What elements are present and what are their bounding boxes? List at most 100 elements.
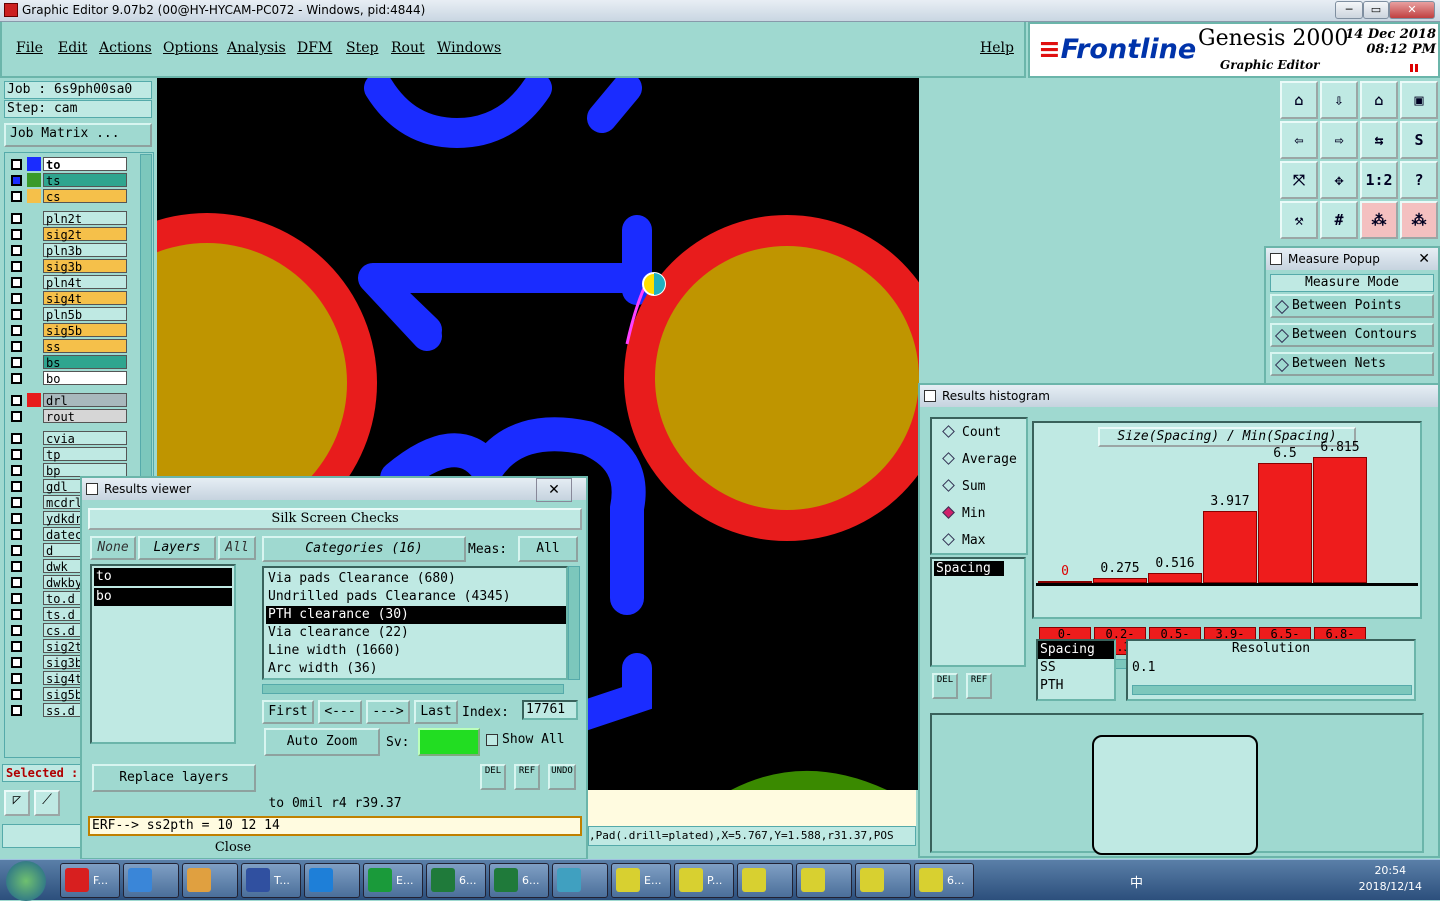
layer-checkbox[interactable] <box>11 545 22 556</box>
layer-checkbox[interactable] <box>11 245 22 256</box>
category-item[interactable]: PTH clearance (30) <box>266 606 566 624</box>
layer-color-swatch[interactable] <box>27 393 41 407</box>
layer-color-swatch[interactable] <box>27 291 41 305</box>
category-item[interactable]: Via clearance (22) <box>266 624 566 642</box>
list-item[interactable]: Spacing <box>1038 641 1114 659</box>
auto-zoom-menu[interactable]: Auto Zoom <box>264 728 380 756</box>
layer-color-swatch[interactable] <box>27 543 41 557</box>
list-item[interactable]: Spacing <box>934 561 1004 576</box>
layer-name[interactable]: sig3b <box>43 259 127 274</box>
layer-color-swatch[interactable] <box>27 157 41 171</box>
layer-color-swatch[interactable] <box>27 431 41 445</box>
taskbar-app-button[interactable]: P... <box>674 863 734 898</box>
layer-checkbox[interactable] <box>11 529 22 540</box>
menu-file[interactable]: File <box>16 40 43 56</box>
layer-color-swatch[interactable] <box>27 671 41 685</box>
taskbar-app-button[interactable] <box>552 863 608 898</box>
histogram-bar[interactable] <box>1258 463 1312 583</box>
layer-checkbox[interactable] <box>11 577 22 588</box>
menu-help[interactable]: Help <box>980 40 1014 56</box>
layer-row[interactable]: ts <box>7 173 131 188</box>
categories-scrollbar[interactable] <box>568 566 580 680</box>
menu-step[interactable]: Step <box>346 40 378 56</box>
ime-indicator[interactable]: 中 <box>1130 872 1143 891</box>
layer-row[interactable]: tp <box>7 447 131 462</box>
layer-checkbox[interactable] <box>11 175 22 186</box>
layer-row[interactable]: drl <box>7 393 131 408</box>
layer-checkbox[interactable] <box>11 497 22 508</box>
layer-checkbox[interactable] <box>11 159 22 170</box>
flip-icon[interactable]: ⇆ <box>1360 121 1398 159</box>
layer-color-swatch[interactable] <box>27 173 41 187</box>
layer-name[interactable]: drl <box>43 393 127 408</box>
menu-edit[interactable]: Edit <box>58 40 87 56</box>
layer-checkbox[interactable] <box>11 411 22 422</box>
layer-color-swatch[interactable] <box>27 323 41 337</box>
layer-color-swatch[interactable] <box>27 409 41 423</box>
taskbar-app-button[interactable]: 6... <box>489 863 549 898</box>
scale-1-2-icon[interactable]: 1:2 <box>1360 161 1398 199</box>
command-input[interactable] <box>2 824 82 848</box>
help-icon[interactable]: ? <box>1400 161 1438 199</box>
layer-checkbox[interactable] <box>11 373 22 384</box>
hist-del-button[interactable]: DEL <box>932 673 958 699</box>
category-item[interactable]: Via pads Clearance (680) <box>266 570 566 588</box>
layer-checkbox[interactable] <box>11 513 22 524</box>
pan-left-icon[interactable]: ⇦ <box>1280 121 1318 159</box>
layer-color-swatch[interactable] <box>27 339 41 353</box>
pan-down-icon[interactable]: ⇩ <box>1320 81 1358 119</box>
snap-tool-icon[interactable]: ◸ <box>4 790 30 816</box>
histogram-bar[interactable] <box>1313 457 1367 583</box>
layer-name[interactable]: cs <box>43 189 127 204</box>
layer-color-swatch[interactable] <box>27 687 41 701</box>
taskbar-app-button[interactable]: E... <box>611 863 671 898</box>
layer-name[interactable]: sig4t <box>43 291 127 306</box>
min-option[interactable]: Min <box>942 504 985 528</box>
histogram-bar[interactable] <box>1093 577 1147 583</box>
layer-color-swatch[interactable] <box>27 259 41 273</box>
nets-alt-icon[interactable]: ⁂ <box>1400 201 1438 239</box>
layer-name[interactable]: tp <box>43 447 127 462</box>
layer-checkbox[interactable] <box>11 293 22 304</box>
histogram-bar[interactable] <box>1203 510 1257 583</box>
category-item[interactable]: Line width (1660) <box>266 642 566 660</box>
menu-options[interactable]: Options <box>163 40 218 56</box>
list-item[interactable]: to <box>94 568 232 586</box>
layer-color-swatch[interactable] <box>27 371 41 385</box>
layer-checkbox[interactable] <box>11 357 22 368</box>
layer-name[interactable]: to <box>43 157 127 172</box>
menu-actions[interactable]: Actions <box>99 40 152 56</box>
layer-row[interactable]: rout <box>7 409 131 424</box>
layer-row[interactable]: sig4t <box>7 291 131 306</box>
job-matrix-button[interactable]: Job Matrix ... <box>4 123 152 147</box>
maximize-button[interactable]: ▭ <box>1363 1 1389 19</box>
between-nets-option[interactable]: Between Nets <box>1270 352 1434 376</box>
zoom-home-icon[interactable]: ⌂ <box>1280 81 1318 119</box>
layer-row[interactable]: bs <box>7 355 131 370</box>
layer-checkbox[interactable] <box>11 561 22 572</box>
close-button[interactable]: ✕ <box>1389 1 1435 19</box>
layer-checkbox[interactable] <box>11 465 22 476</box>
zoom-center-icon[interactable]: ✥ <box>1320 161 1358 199</box>
layer-name[interactable]: sig2t <box>43 227 127 242</box>
del-button[interactable]: DEL <box>480 764 506 790</box>
clock[interactable]: 20:54 2018/12/14 <box>1359 863 1422 895</box>
prev-button[interactable]: <--- <box>318 700 362 724</box>
start-button-icon[interactable] <box>6 861 46 901</box>
meas-dropdown[interactable]: All <box>518 536 578 562</box>
category-item[interactable]: Arc width (36) <box>266 660 566 678</box>
layer-row[interactable]: sig5b <box>7 323 131 338</box>
layer-color-swatch[interactable] <box>27 575 41 589</box>
layer-name[interactable]: bo <box>43 371 127 386</box>
layer-name[interactable]: cvia <box>43 431 127 446</box>
layer-color-swatch[interactable] <box>27 189 41 203</box>
taskbar-app-button[interactable] <box>123 863 179 898</box>
layer-name[interactable]: rout <box>43 409 127 424</box>
taskbar-app-button[interactable] <box>182 863 238 898</box>
layer-checkbox[interactable] <box>11 213 22 224</box>
close-results-viewer-button[interactable]: Close <box>88 840 378 860</box>
layer-row[interactable]: to <box>7 157 131 172</box>
layer-color-swatch[interactable] <box>27 591 41 605</box>
layer-checkbox[interactable] <box>11 657 22 668</box>
taskbar-app-button[interactable]: 6... <box>426 863 486 898</box>
